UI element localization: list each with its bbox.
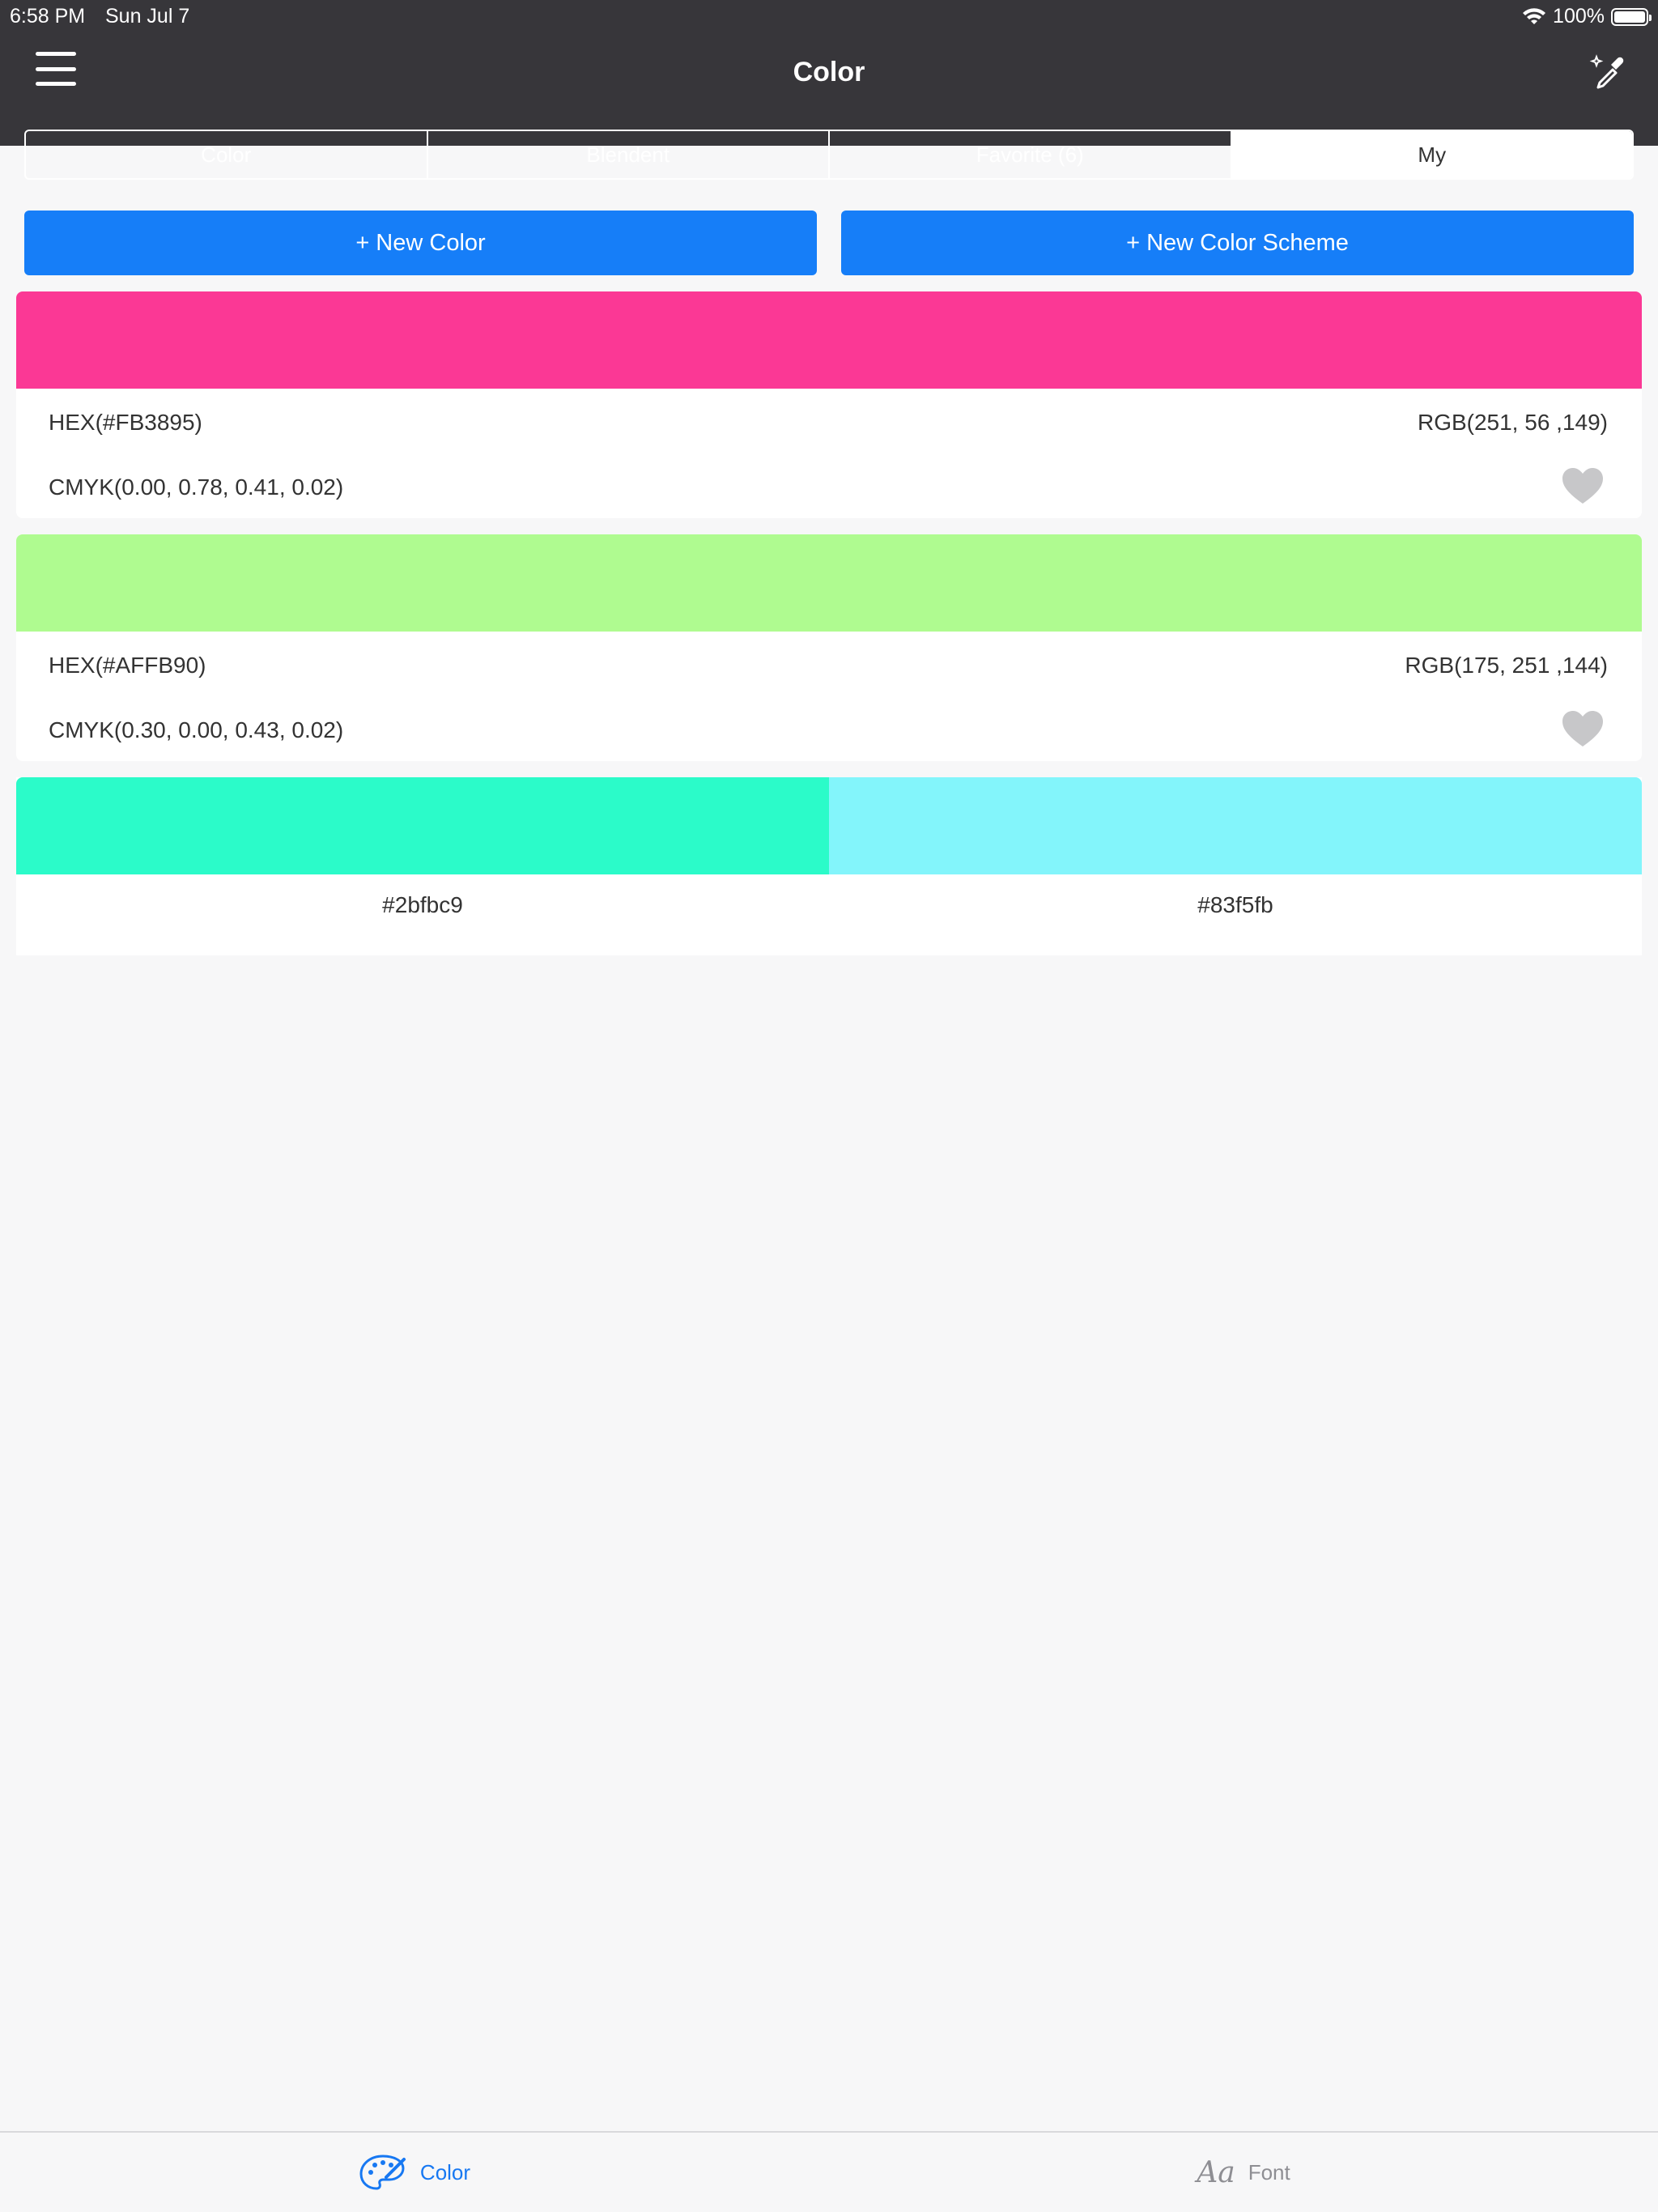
scheme-labels: #2bfbc9 #83f5fb bbox=[16, 874, 1642, 918]
tab-bar: Color Aa Font bbox=[0, 2131, 1658, 2212]
heart-icon[interactable] bbox=[1561, 709, 1605, 748]
tab-color[interactable]: Color bbox=[26, 131, 428, 178]
hex-value: HEX(#AFFB90) bbox=[49, 653, 206, 678]
tabbar-item-label: Font bbox=[1248, 2159, 1290, 2184]
color-swatch bbox=[16, 291, 1642, 389]
status-bar: 6:58 PM Sun Jul 7 100% bbox=[0, 0, 1658, 32]
new-color-button[interactable]: + New Color bbox=[24, 211, 817, 275]
color-scheme-card[interactable]: #2bfbc9 #83f5fb bbox=[16, 777, 1642, 955]
page-title: Color bbox=[793, 57, 865, 87]
hex-value: HEX(#FB3895) bbox=[49, 410, 202, 435]
color-info: HEX(#FB3895) RGB(251, 56 ,149) CMYK(0.00… bbox=[16, 389, 1642, 518]
action-buttons: + New Color + New Color Scheme bbox=[24, 211, 1634, 275]
scheme-swatch bbox=[829, 777, 1642, 874]
color-info: HEX(#AFFB90) RGB(175, 251 ,144) CMYK(0.3… bbox=[16, 632, 1642, 761]
tabbar-item-color[interactable]: Color bbox=[0, 2133, 829, 2212]
scheme-color-label: #83f5fb bbox=[1197, 892, 1273, 917]
heart-icon[interactable] bbox=[1561, 466, 1605, 505]
battery-icon bbox=[1611, 7, 1652, 26]
eyedropper-icon[interactable] bbox=[1588, 53, 1629, 94]
font-icon: Aa bbox=[1197, 2155, 1235, 2189]
color-card[interactable]: HEX(#AFFB90) RGB(175, 251 ,144) CMYK(0.3… bbox=[16, 534, 1642, 761]
tabbar-item-font[interactable]: Aa Font bbox=[829, 2133, 1658, 2212]
scheme-color-label: #2bfbc9 bbox=[382, 892, 463, 917]
navigation-bar: Color Color Blendent Favorite (6) My bbox=[0, 32, 1658, 180]
wifi-icon bbox=[1523, 7, 1546, 24]
segmented-control: Color Blendent Favorite (6) My bbox=[24, 130, 1634, 180]
color-swatch bbox=[16, 534, 1642, 632]
palette-icon bbox=[359, 2155, 406, 2190]
status-indicators: 100% bbox=[1522, 5, 1652, 28]
battery-percent: 100% bbox=[1553, 5, 1605, 28]
color-card[interactable]: HEX(#FB3895) RGB(251, 56 ,149) CMYK(0.00… bbox=[16, 291, 1642, 518]
rgb-value: RGB(251, 56 ,149) bbox=[1417, 410, 1608, 435]
status-time: 6:58 PM bbox=[10, 5, 86, 28]
tab-favorite[interactable]: Favorite (6) bbox=[830, 131, 1232, 178]
scheme-swatch bbox=[16, 777, 829, 874]
hamburger-icon-line bbox=[36, 52, 76, 56]
tabbar-item-label: Color bbox=[419, 2159, 471, 2184]
new-color-scheme-button[interactable]: + New Color Scheme bbox=[841, 211, 1634, 275]
tab-my[interactable]: My bbox=[1231, 131, 1632, 178]
status-date: Sun Jul 7 bbox=[105, 5, 190, 28]
scheme-swatches bbox=[16, 777, 1642, 874]
tab-blendent[interactable]: Blendent bbox=[428, 131, 830, 178]
cmyk-value: CMYK(0.00, 0.78, 0.41, 0.02) bbox=[49, 474, 344, 500]
cmyk-value: CMYK(0.30, 0.00, 0.43, 0.02) bbox=[49, 717, 344, 742]
rgb-value: RGB(175, 251 ,144) bbox=[1405, 653, 1608, 678]
